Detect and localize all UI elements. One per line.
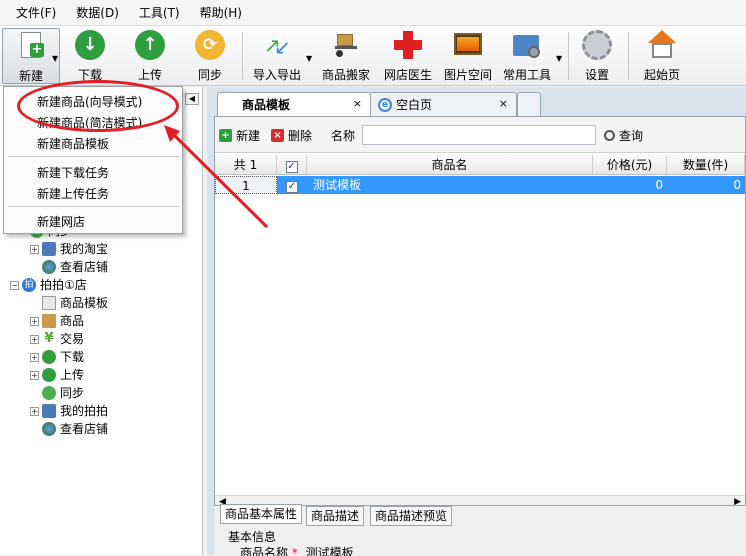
annotation-arrow — [164, 125, 269, 229]
